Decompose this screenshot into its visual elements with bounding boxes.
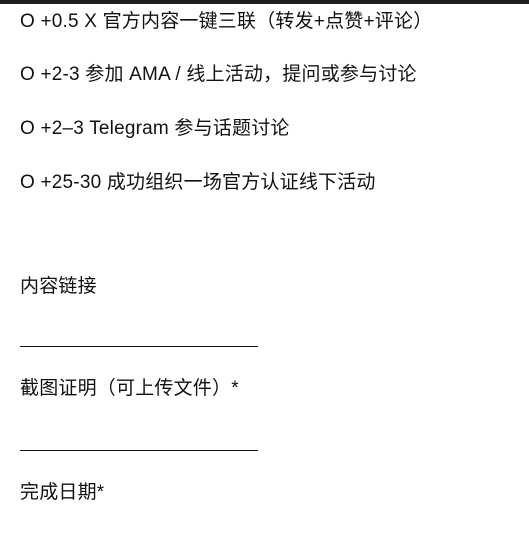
content-link-input-line[interactable] [20,346,258,347]
content-link-label: 内容链接 [20,276,97,297]
completion-date-label: 完成日期* [20,482,105,503]
screenshot-proof-input-line[interactable] [20,450,258,451]
top-edge-bar [0,0,529,4]
screenshot-proof-label: 截图证明（可上传文件）* [20,378,239,399]
reward-option-offline-event[interactable]: O +25-30 成功组织一场官方认证线下活动 [20,171,376,195]
reward-option-ama[interactable]: O +2-3 参加 AMA / 线上活动，提问或参与讨论 [20,63,417,87]
reward-option-telegram[interactable]: O +2–3 Telegram 参与话题讨论 [20,117,290,141]
reward-option-social-triple[interactable]: O +0.5 X 官方内容一键三联（转发+点赞+评论） [20,10,432,34]
